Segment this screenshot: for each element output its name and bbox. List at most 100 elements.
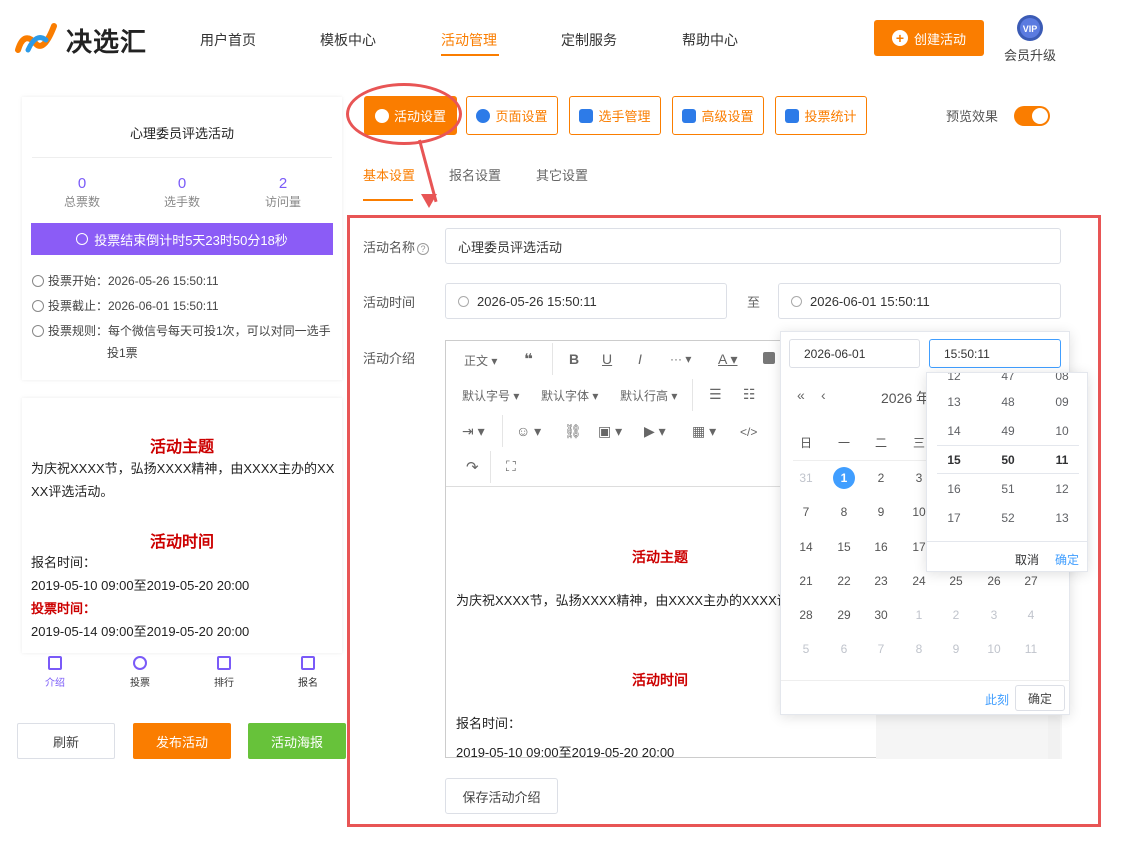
calendar-day[interactable]: 3	[975, 604, 1013, 626]
nav-item-custom-service[interactable]: 定制服务	[561, 30, 617, 50]
calendar-day[interactable]: 10	[975, 638, 1013, 660]
vip-upgrade-label[interactable]: 会员升级	[1004, 45, 1056, 64]
publish-button[interactable]: 发布活动	[133, 723, 231, 759]
bold-icon[interactable]: B	[569, 351, 579, 367]
redo-icon[interactable]: ↷	[466, 458, 479, 476]
calendar-day[interactable]: 4	[1012, 604, 1050, 626]
italic-icon[interactable]: I	[638, 351, 642, 367]
bg-color-icon[interactable]	[763, 352, 775, 364]
second-option[interactable]: 08	[1035, 373, 1087, 383]
subtab-signup[interactable]: 报名设置	[449, 165, 501, 184]
calendar-day[interactable]: 26	[975, 570, 1013, 592]
calendar-day[interactable]: 28	[787, 604, 825, 626]
hour-option[interactable]: 12	[927, 373, 981, 383]
create-activity-button[interactable]: + 创建活动	[874, 20, 984, 56]
calendar-day[interactable]: 1	[900, 604, 938, 626]
calendar-day[interactable]: 7	[787, 501, 825, 523]
start-time-input[interactable]: 2026-05-26 15:50:11	[445, 283, 727, 319]
tab-vote[interactable]: 投票	[110, 656, 170, 689]
calendar-day[interactable]: 11	[1012, 638, 1050, 660]
hour-option[interactable]: 17	[927, 511, 981, 525]
calendar-day[interactable]: 8	[825, 501, 863, 523]
subtab-basic[interactable]: 基本设置	[363, 165, 415, 184]
second-option[interactable]: 11	[1035, 453, 1087, 467]
calendar-day[interactable]: 15	[825, 536, 863, 558]
tab-rank[interactable]: 排行	[194, 656, 254, 689]
image-icon[interactable]: ▣ ▾	[598, 423, 622, 440]
calendar-day[interactable]: 30	[862, 604, 900, 626]
calendar-day[interactable]: 14	[787, 536, 825, 558]
time-ok-button[interactable]: 确定	[1055, 551, 1079, 568]
picker-time-input[interactable]: 15:50:11	[929, 339, 1061, 368]
hour-option[interactable]: 13	[927, 395, 981, 409]
calendar-day[interactable]: 1	[825, 467, 863, 489]
calendar-day[interactable]: 21	[787, 570, 825, 592]
bullet-list-icon[interactable]: ☰	[709, 386, 722, 403]
font-color-icon[interactable]: A ▾	[718, 351, 738, 368]
minute-option[interactable]: 47	[981, 373, 1035, 383]
calendar-day[interactable]: 2	[862, 467, 900, 489]
indent-icon[interactable]: ⇥ ▾	[462, 423, 485, 440]
font-family-select[interactable]: 默认字体 ▾	[541, 387, 598, 404]
second-option[interactable]: 09	[1035, 395, 1087, 409]
now-button[interactable]: 此刻	[985, 691, 1009, 708]
paragraph-select[interactable]: 正文 ▾	[464, 352, 497, 369]
calendar-day[interactable]: 2	[937, 604, 975, 626]
activity-name-input[interactable]: 心理委员评选活动	[445, 228, 1061, 264]
underline-icon[interactable]: U	[602, 351, 612, 367]
hour-option[interactable]: 15	[927, 453, 981, 467]
link-icon[interactable]: ⛓	[564, 423, 582, 440]
subtab-other[interactable]: 其它设置	[536, 165, 588, 184]
tab-signup[interactable]: 报名	[278, 656, 338, 689]
prev-year-icon[interactable]: «	[797, 387, 805, 403]
advanced-settings-button[interactable]: 高级设置	[672, 96, 764, 135]
calendar-day[interactable]: 5	[787, 638, 825, 660]
calendar-day[interactable]: 9	[862, 501, 900, 523]
vote-stats-button[interactable]: 投票统计	[775, 96, 867, 135]
prev-month-icon[interactable]: ‹	[821, 387, 826, 403]
emoji-icon[interactable]: ☺ ▾	[516, 423, 541, 440]
save-intro-button[interactable]: 保存活动介绍	[445, 778, 558, 814]
nav-item-templates[interactable]: 模板中心	[320, 30, 376, 50]
nav-item-activity-manage[interactable]: 活动管理	[441, 30, 497, 50]
calendar-day[interactable]: 8	[900, 638, 938, 660]
vip-badge-icon[interactable]: VIP	[1016, 14, 1044, 42]
minute-column[interactable]: 47 48 49 50 51 52	[981, 373, 1035, 541]
hour-column[interactable]: 12 13 14 15 16 17	[927, 373, 981, 541]
calendar-day[interactable]: 16	[862, 536, 900, 558]
calendar-day[interactable]: 22	[825, 570, 863, 592]
table-icon[interactable]: ▦ ▾	[692, 423, 716, 440]
numbered-list-icon[interactable]: ☷	[743, 386, 756, 403]
calendar-day[interactable]: 9	[937, 638, 975, 660]
code-icon[interactable]: </>	[740, 425, 757, 439]
second-column[interactable]: 08 09 10 11 12 13	[1035, 373, 1087, 541]
calendar-day[interactable]: 6	[825, 638, 863, 660]
calendar-day[interactable]: 27	[1012, 570, 1050, 592]
line-height-select[interactable]: 默认行高 ▾	[620, 387, 677, 404]
picker-date-input[interactable]: 2026-06-01	[789, 339, 920, 368]
hour-option[interactable]: 14	[927, 424, 981, 438]
page-settings-button[interactable]: 页面设置	[466, 96, 558, 135]
time-cancel-button[interactable]: 取消	[1015, 551, 1039, 568]
second-option[interactable]: 10	[1035, 424, 1087, 438]
second-option[interactable]: 12	[1035, 482, 1087, 496]
minute-option[interactable]: 49	[981, 424, 1035, 438]
calendar-day[interactable]: 31	[787, 467, 825, 489]
calendar-day[interactable]: 23	[862, 570, 900, 592]
quote-icon[interactable]: ❝	[524, 350, 533, 368]
second-option[interactable]: 13	[1035, 511, 1087, 525]
hour-option[interactable]: 16	[927, 482, 981, 496]
contestant-manage-button[interactable]: 选手管理	[569, 96, 661, 135]
font-size-select[interactable]: 默认字号 ▾	[462, 387, 519, 404]
end-time-input[interactable]: 2026-06-01 15:50:11	[778, 283, 1061, 319]
refresh-button[interactable]: 刷新	[17, 723, 115, 759]
poster-button[interactable]: 活动海报	[248, 723, 346, 759]
calendar-day[interactable]: 24	[900, 570, 938, 592]
preview-toggle[interactable]	[1014, 106, 1050, 126]
calendar-day[interactable]: 7	[862, 638, 900, 660]
minute-option[interactable]: 50	[981, 453, 1035, 467]
calendar-day[interactable]: 29	[825, 604, 863, 626]
video-icon[interactable]: ▶ ▾	[644, 423, 666, 440]
fullscreen-icon[interactable]: ⛶	[506, 458, 516, 475]
more-icon[interactable]: ··· ▾	[670, 352, 691, 366]
